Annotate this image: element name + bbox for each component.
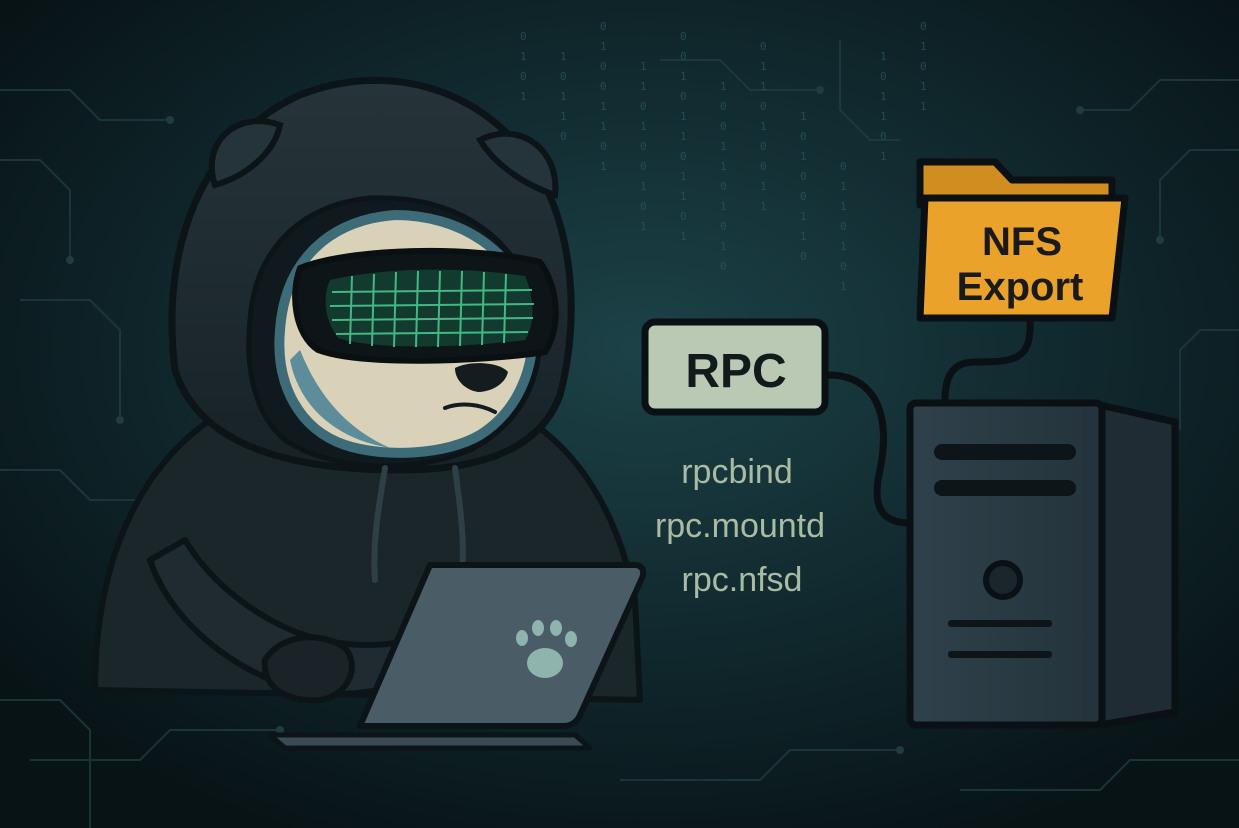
folder-label-line2: Export (957, 265, 1084, 309)
svg-text:0: 0 (920, 60, 927, 73)
svg-text:0: 0 (760, 140, 767, 153)
svg-text:0: 0 (760, 100, 767, 113)
svg-text:1: 1 (800, 150, 807, 163)
svg-text:0: 0 (760, 40, 767, 53)
svg-text:1: 1 (840, 200, 847, 213)
svg-text:0: 0 (840, 260, 847, 273)
svg-text:0: 0 (840, 160, 847, 173)
svg-text:1: 1 (840, 240, 847, 253)
svg-text:0: 0 (520, 30, 527, 43)
svg-text:1: 1 (680, 70, 687, 83)
svg-text:0: 0 (800, 130, 807, 143)
svg-text:0: 0 (560, 70, 567, 83)
service-nfsd: rpc.nfsd (682, 561, 803, 599)
svg-text:1: 1 (680, 190, 687, 203)
drive-bay-1 (934, 444, 1076, 460)
svg-text:1: 1 (560, 50, 567, 63)
svg-text:0: 0 (680, 90, 687, 103)
svg-text:1: 1 (760, 80, 767, 93)
svg-text:1: 1 (640, 220, 647, 233)
svg-text:0: 0 (680, 210, 687, 223)
svg-text:0: 0 (680, 150, 687, 163)
svg-text:1: 1 (640, 60, 647, 73)
folder-icon: NFS Export (916, 158, 1129, 322)
svg-text:1: 1 (520, 50, 527, 63)
svg-text:1: 1 (920, 100, 927, 113)
svg-text:1: 1 (600, 120, 607, 133)
svg-text:1: 1 (720, 80, 727, 93)
svg-text:0: 0 (680, 30, 687, 43)
svg-text:0: 0 (600, 80, 607, 93)
svg-text:0: 0 (640, 140, 647, 153)
svg-text:1: 1 (720, 240, 727, 253)
vent-line-2 (948, 651, 1052, 658)
svg-text:0: 0 (880, 70, 887, 83)
svg-text:0: 0 (800, 170, 807, 183)
svg-text:1: 1 (720, 200, 727, 213)
svg-text:0: 0 (600, 60, 607, 73)
svg-text:1: 1 (800, 110, 807, 123)
folder-label-line1: NFS (982, 220, 1062, 264)
svg-text:1: 1 (560, 110, 567, 123)
svg-text:1: 1 (880, 50, 887, 63)
drive-bay-2 (934, 480, 1076, 496)
svg-text:0: 0 (800, 190, 807, 203)
svg-text:1: 1 (920, 40, 927, 53)
svg-text:0: 0 (640, 160, 647, 173)
service-mountd: rpc.mountd (655, 507, 825, 545)
svg-text:0: 0 (800, 250, 807, 263)
svg-text:0: 0 (560, 130, 567, 143)
svg-text:0: 0 (920, 20, 927, 33)
svg-text:1: 1 (600, 100, 607, 113)
svg-text:1: 1 (680, 230, 687, 243)
svg-text:1: 1 (880, 90, 887, 103)
svg-text:1: 1 (840, 280, 847, 293)
svg-text:1: 1 (680, 130, 687, 143)
vent-line-1 (948, 620, 1052, 627)
svg-text:0: 0 (520, 70, 527, 83)
svg-text:1: 1 (600, 160, 607, 173)
svg-text:1: 1 (840, 180, 847, 193)
svg-text:1: 1 (520, 90, 527, 103)
svg-text:1: 1 (800, 210, 807, 223)
svg-text:0: 0 (600, 20, 607, 33)
svg-text:1: 1 (760, 200, 767, 213)
svg-text:1: 1 (720, 160, 727, 173)
svg-text:0: 0 (720, 100, 727, 113)
svg-text:1: 1 (640, 80, 647, 93)
svg-text:0: 0 (680, 50, 687, 63)
svg-text:1: 1 (640, 120, 647, 133)
power-button (983, 560, 1023, 600)
svg-text:0: 0 (640, 100, 647, 113)
svg-text:1: 1 (880, 150, 887, 163)
svg-text:1: 1 (600, 40, 607, 53)
svg-text:1: 1 (920, 80, 927, 93)
svg-text:1: 1 (680, 110, 687, 123)
svg-text:0: 0 (720, 120, 727, 133)
bear-hand (261, 634, 355, 704)
rpc-label: RPC (685, 345, 786, 398)
svg-text:0: 0 (600, 140, 607, 153)
service-rpcbind: rpcbind (681, 453, 793, 491)
svg-text:1: 1 (560, 90, 567, 103)
goggles-icon (292, 247, 559, 364)
svg-text:0: 0 (640, 200, 647, 213)
svg-text:0: 0 (720, 220, 727, 233)
svg-text:1: 1 (800, 230, 807, 243)
svg-text:1: 1 (760, 120, 767, 133)
svg-text:0: 0 (760, 160, 767, 173)
svg-text:1: 1 (760, 180, 767, 193)
svg-text:1: 1 (680, 170, 687, 183)
svg-text:1: 1 (880, 110, 887, 123)
svg-text:1: 1 (640, 180, 647, 193)
svg-text:0: 0 (720, 260, 727, 273)
svg-text:0: 0 (880, 130, 887, 143)
server-icon (906, 399, 1179, 729)
svg-text:1: 1 (760, 60, 767, 73)
hacker-nfs-illustration: 1 0 1 1 0 0 1 0 0 1 1 0 1 1 1 0 1 0 0 1 0 1 0 0 1 0 1 1 0 1 1 0 1 1 0 0… (0, 0, 1239, 828)
svg-text:0: 0 (840, 220, 847, 233)
svg-text:1: 1 (720, 140, 727, 153)
svg-text:0: 0 (720, 180, 727, 193)
rpc-box: RPC (641, 318, 829, 416)
